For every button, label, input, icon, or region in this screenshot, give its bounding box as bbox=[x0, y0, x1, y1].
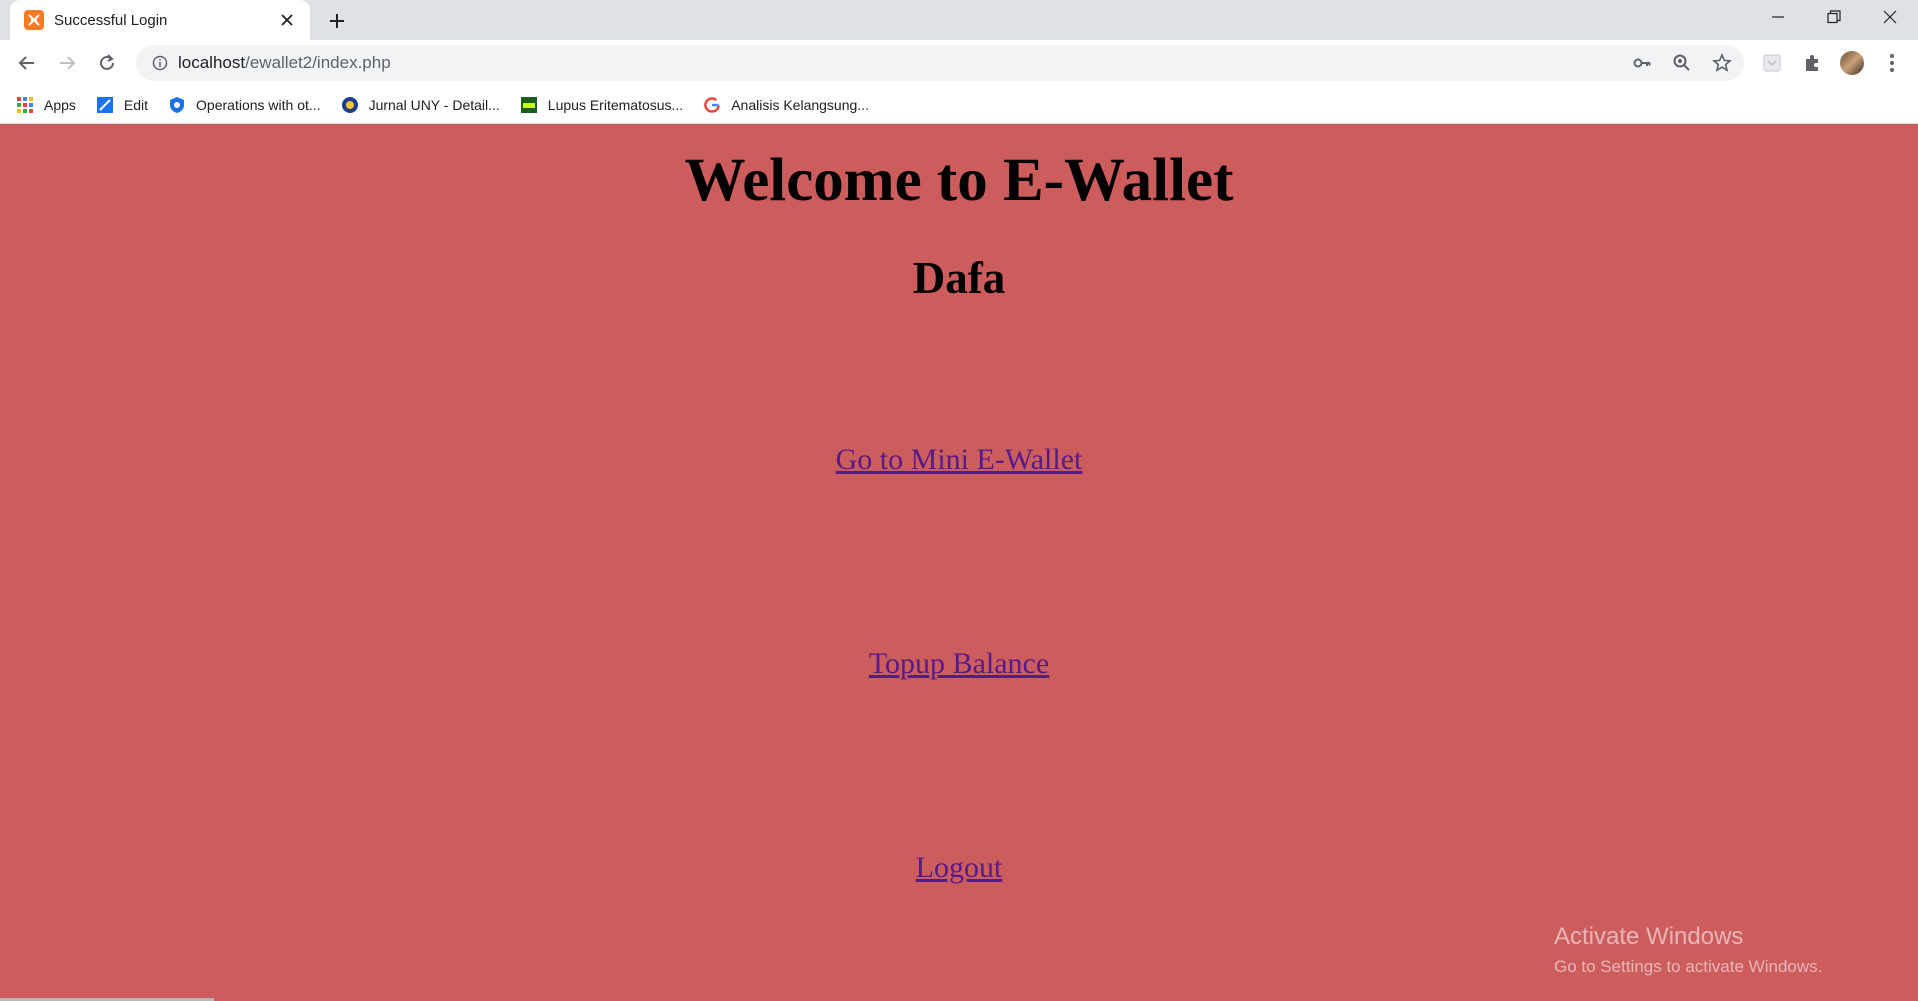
bookmark-lupus[interactable]: Lupus Eritematosus... bbox=[520, 96, 683, 114]
tab-strip: Successful Login bbox=[0, 0, 1918, 40]
bookmarks-bar: Apps Edit Operations with ot... Jurnal U… bbox=[0, 86, 1918, 124]
google-icon bbox=[703, 96, 721, 114]
reload-icon[interactable] bbox=[91, 47, 123, 79]
uny-logo-icon bbox=[341, 96, 359, 114]
edit-site-icon bbox=[96, 96, 114, 114]
apps-grid-icon bbox=[16, 96, 34, 114]
restore-icon[interactable] bbox=[1806, 0, 1862, 34]
bookmark-operations[interactable]: Operations with ot... bbox=[168, 96, 321, 114]
key-icon[interactable] bbox=[1626, 47, 1658, 79]
topup-balance-link[interactable]: Topup Balance bbox=[869, 647, 1049, 680]
xampp-favicon-icon bbox=[24, 10, 44, 30]
bookmark-label: Operations with ot... bbox=[196, 96, 321, 113]
browser-tab[interactable]: Successful Login bbox=[10, 0, 310, 40]
profile-avatar[interactable] bbox=[1836, 47, 1868, 79]
close-window-icon[interactable] bbox=[1862, 0, 1918, 34]
avatar-image bbox=[1840, 51, 1864, 75]
username-heading: Dafa bbox=[912, 253, 1006, 303]
bookmark-label: Apps bbox=[44, 96, 76, 113]
bookmark-label: Lupus Eritematosus... bbox=[547, 96, 684, 113]
bookmark-label: Jurnal UNY - Detail... bbox=[368, 96, 500, 113]
mini-wallet-link[interactable]: Go to Mini E-Wallet bbox=[836, 443, 1083, 476]
extensions-puzzle-icon[interactable] bbox=[1796, 47, 1828, 79]
watermark-subtitle: Go to Settings to activate Windows. bbox=[1554, 957, 1823, 976]
shield-icon bbox=[168, 96, 186, 114]
browser-toolbar: localhost/ewallet2/index.php bbox=[0, 40, 1918, 86]
zoom-icon[interactable] bbox=[1666, 47, 1698, 79]
jka-logo-icon bbox=[520, 96, 538, 114]
page-content: Welcome to E-Wallet Dafa Go to Mini E-Wa… bbox=[0, 125, 1918, 1001]
url-host: localhost bbox=[178, 53, 246, 72]
mini-wallet-link-row: Go to Mini E-Wallet bbox=[0, 442, 1918, 478]
watermark-title: Activate Windows bbox=[1554, 923, 1744, 950]
bookmark-apps[interactable]: Apps bbox=[16, 96, 76, 114]
forward-icon[interactable] bbox=[51, 47, 83, 79]
site-info-icon[interactable] bbox=[142, 45, 178, 81]
windows-activation-watermark: Activate Windows Go to Settings to activ… bbox=[1554, 923, 1822, 977]
bookmark-label: Analisis Kelangsung... bbox=[731, 96, 869, 113]
tab-close-icon[interactable] bbox=[276, 9, 298, 31]
bookmark-edit[interactable]: Edit bbox=[96, 96, 148, 114]
new-tab-icon[interactable] bbox=[322, 6, 352, 36]
logout-link[interactable]: Logout bbox=[916, 851, 1003, 884]
minimize-icon[interactable] bbox=[1750, 0, 1806, 34]
address-bar[interactable]: localhost/ewallet2/index.php bbox=[136, 45, 1744, 81]
bookmark-jurnal-uny[interactable]: Jurnal UNY - Detail... bbox=[341, 96, 500, 114]
menu-kebab-icon[interactable] bbox=[1876, 47, 1908, 79]
bookmark-star-icon[interactable] bbox=[1706, 47, 1738, 79]
bookmark-label: Edit bbox=[123, 96, 149, 113]
tab-title: Successful Login bbox=[54, 11, 168, 29]
logout-link-row: Logout bbox=[0, 850, 1918, 886]
back-icon[interactable] bbox=[11, 47, 43, 79]
page-title: Welcome to E-Wallet bbox=[684, 147, 1234, 214]
topup-link-row: Topup Balance bbox=[0, 646, 1918, 682]
bookmark-analisis[interactable]: Analisis Kelangsung... bbox=[703, 96, 869, 114]
url-text: localhost/ewallet2/index.php bbox=[178, 53, 391, 73]
url-path: /ewallet2/index.php bbox=[245, 53, 391, 72]
pocket-extension-icon[interactable] bbox=[1756, 47, 1788, 79]
